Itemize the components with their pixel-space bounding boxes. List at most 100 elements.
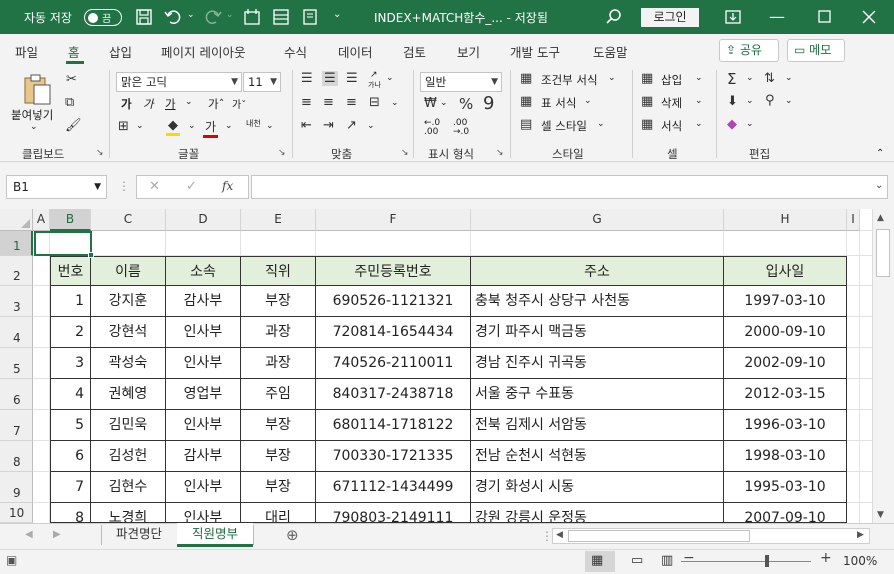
redo-icon[interactable] [203,7,223,27]
table-header-cell[interactable]: 소속 [166,256,241,286]
customize-toolbar-icon[interactable]: ⌄ [333,9,341,20]
grow-font-button[interactable]: 가ˆ [208,96,224,112]
table-cell[interactable]: 영업부 [166,379,241,410]
next-sheet-icon[interactable]: ▶ [53,529,61,540]
decrease-indent-icon[interactable]: ⇤ [301,118,312,133]
column-header-h[interactable]: H [724,209,847,231]
paste-dropdown-icon[interactable]: ⌄ [30,122,38,132]
orientation-button[interactable]: ↗ [370,71,378,80]
new-sheet-icon[interactable] [242,7,262,27]
accounting-format-icon[interactable]: ₩ [424,96,437,111]
prev-sheet-icon[interactable]: ◀ [25,529,33,540]
sort-filter-icon[interactable]: ⇅ [764,71,775,86]
table-cell[interactable]: 주임 [241,379,316,410]
tab-review[interactable]: 검토 [403,42,426,61]
table-cell[interactable]: 부장 [241,286,316,317]
orientation-dropdown-icon[interactable]: ⌄ [386,73,394,83]
fill-color-icon[interactable]: ◆ [166,118,180,136]
row-header-3[interactable]: 3 [0,286,33,317]
collapse-ribbon-icon[interactable]: ⌃ [876,148,884,159]
active-cell-outline[interactable] [34,231,92,256]
row-header-9[interactable]: 9 [0,472,33,503]
conditional-formatting-button[interactable]: 조건부 서식 [541,72,598,88]
column-header-f[interactable]: F [316,209,471,231]
name-box[interactable]: B1 ▼ [6,175,107,199]
add-sheet-icon[interactable]: ⊕ [286,526,299,544]
tab-view[interactable]: 보기 [457,42,480,61]
table-cell[interactable]: 1996-03-10 [724,410,847,441]
align-middle-icon[interactable]: ☰ [322,71,338,86]
table-cell[interactable]: 강지훈 [91,286,166,317]
scroll-left-icon[interactable]: ◀ [556,530,563,540]
table-cell[interactable]: 690526-1121321 [316,286,471,317]
fill-handle[interactable] [88,252,94,258]
table-cell[interactable]: 4 [50,379,91,410]
column-header-c[interactable]: C [91,209,166,231]
borders-dropdown-icon[interactable]: ⌄ [136,121,144,131]
fill-dropdown-icon[interactable]: ⌄ [746,96,754,106]
table-cell[interactable]: 인사부 [166,348,241,379]
zoom-slider-track[interactable] [681,561,811,562]
insert-cells-button[interactable]: 삽입 [661,72,682,88]
cut-icon[interactable]: ✂ [66,72,77,87]
table-header-cell[interactable]: 주민등록번호 [316,256,471,286]
alignment-launcher-icon[interactable]: ↘ [401,148,409,158]
table-cell[interactable]: 700330-1721335 [316,441,471,472]
table-cell[interactable]: 감사부 [166,286,241,317]
insert-dropdown-icon[interactable]: ⌄ [695,73,703,83]
shrink-font-button[interactable]: 가ˇ [232,96,246,111]
table-cell[interactable]: 감사부 [166,441,241,472]
row-header-8[interactable]: 8 [0,441,33,472]
font-name-combo[interactable]: 맑은 고딕 ▼ [116,72,242,92]
phonetic-guide-button[interactable]: 내천 [246,119,261,128]
align-top-icon[interactable]: ☰ [301,71,313,86]
table-cell[interactable]: 권혜영 [91,379,166,410]
table-cell[interactable]: 2007-09-10 [724,503,847,523]
align-bottom-icon[interactable]: ☰ [346,71,358,86]
font-launcher-icon[interactable]: ↘ [278,148,286,158]
table-cell[interactable]: 2000-09-10 [724,317,847,348]
formula-input[interactable] [251,175,888,199]
sort-filter-dropdown-icon[interactable]: ⌄ [785,73,793,83]
table-cell[interactable]: 강원 강릉시 운정동 [471,503,724,523]
table-cell[interactable]: 1998-03-10 [724,441,847,472]
copy-icon[interactable]: ⧉ [65,95,74,110]
number-launcher-icon[interactable]: ↘ [496,148,504,158]
table-cell[interactable]: 1997-03-10 [724,286,847,317]
increase-decimal-icon[interactable]: ←.0.00 [424,119,440,137]
phonetic-dropdown-icon[interactable]: ⌄ [266,121,274,131]
wrap-text-button[interactable]: 가나 [368,80,381,90]
table-cell[interactable]: 대리 [241,503,316,523]
table-cell[interactable]: 1995-03-10 [724,472,847,503]
table-cell[interactable]: 부장 [241,410,316,441]
table-cell[interactable]: 740526-2110011 [316,348,471,379]
table-header-cell[interactable]: 이름 [91,256,166,286]
column-header-b[interactable]: B [50,209,91,231]
form-icon[interactable] [271,7,291,27]
clipboard-launcher-icon[interactable]: ↘ [96,148,104,158]
page-layout-view-icon[interactable]: ▭ [631,553,643,568]
table-header-cell[interactable]: 직위 [241,256,316,286]
table-cell[interactable]: 3 [50,348,91,379]
fill-icon[interactable]: ⬇ [727,94,738,109]
clear-icon[interactable]: ◆ [727,117,737,132]
table-cell[interactable]: 790803-2149111 [316,503,471,523]
clear-dropdown-icon[interactable]: ⌄ [746,119,754,129]
underline-dropdown-icon[interactable]: ⌄ [185,97,193,107]
maximize-icon[interactable] [815,7,835,27]
column-header-g[interactable]: G [471,209,724,231]
autosum-icon[interactable]: Σ [727,70,736,88]
zoom-slider-thumb[interactable] [765,555,769,567]
tab-data[interactable]: 데이터 [338,42,373,61]
paste-label[interactable]: 붙여넣기 [11,107,53,123]
find-select-dropdown-icon[interactable]: ⌄ [785,96,793,106]
close-icon[interactable] [859,7,879,27]
table-cell[interactable]: 840317-2438718 [316,379,471,410]
increase-indent-icon[interactable]: ⇥ [323,118,334,133]
percent-style-icon[interactable]: % [459,95,473,113]
find-select-icon[interactable]: ⚲ [765,93,775,108]
row-header-7[interactable]: 7 [0,410,33,441]
align-left-icon[interactable]: ≡ [301,95,312,110]
tab-help[interactable]: 도움말 [593,42,628,61]
table-cell[interactable]: 5 [50,410,91,441]
